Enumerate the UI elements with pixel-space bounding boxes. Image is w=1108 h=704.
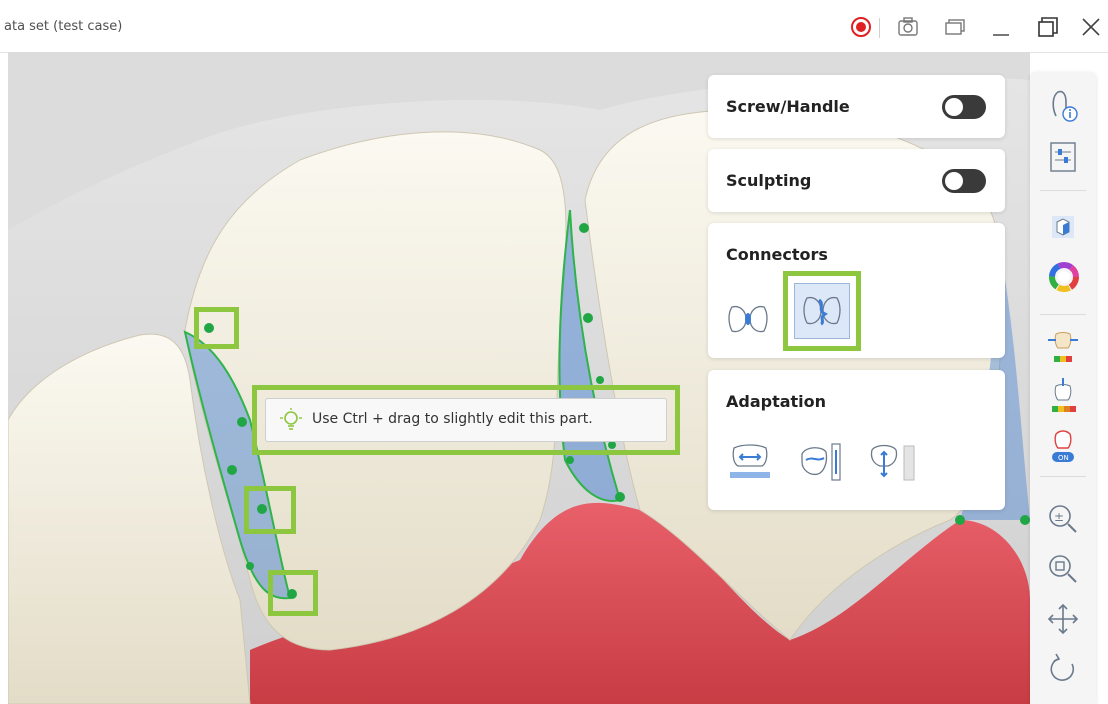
svg-text:ON: ON <box>1058 454 1069 462</box>
margin-on-icon[interactable]: ON <box>1044 428 1082 466</box>
adjust-gap-icon[interactable] <box>866 440 922 486</box>
connectors-panel: Connectors <box>708 223 1005 358</box>
cube-view-icon[interactable] <box>1044 208 1082 246</box>
sculpting-panel: Sculpting <box>708 149 1005 212</box>
tooth-depth-colormap-icon[interactable] <box>1044 378 1082 416</box>
rotate-icon[interactable] <box>1044 650 1082 688</box>
tooth-info-icon[interactable] <box>1044 86 1082 124</box>
camera-icon[interactable] <box>893 12 923 42</box>
connectors-label: Connectors <box>726 245 828 264</box>
tooth-gap-colormap-icon[interactable] <box>1044 330 1082 368</box>
svg-text:±: ± <box>1054 510 1064 524</box>
record-icon[interactable] <box>846 12 876 42</box>
lightbulb-icon <box>278 407 304 438</box>
zoom-fit-icon[interactable]: ± <box>1044 500 1082 538</box>
pan-icon[interactable] <box>1044 600 1082 638</box>
screw-handle-panel: Screw/Handle <box>708 75 1005 138</box>
adjust-height-icon[interactable] <box>796 440 850 486</box>
close-icon[interactable] <box>1076 12 1106 42</box>
screw-handle-label: Screw/Handle <box>726 97 850 116</box>
fit-width-icon[interactable] <box>726 440 774 486</box>
title-separator <box>879 18 880 38</box>
sculpting-toggle[interactable] <box>942 169 986 193</box>
window-title: ata set (test case) <box>4 19 123 34</box>
connector-double-icon[interactable] <box>794 283 850 339</box>
maximize-icon[interactable] <box>1032 12 1062 42</box>
screenshots-icon[interactable] <box>941 12 971 42</box>
settings-sliders-icon[interactable] <box>1044 138 1082 176</box>
title-bar: ata set (test case) <box>0 0 1108 53</box>
adaptation-panel: Adaptation <box>708 370 1005 510</box>
zoom-reset-icon[interactable] <box>1044 550 1082 588</box>
hint-text: Use Ctrl + drag to slightly edit this pa… <box>312 411 593 427</box>
adaptation-label: Adaptation <box>726 392 827 411</box>
minimize-icon[interactable] <box>986 12 1016 42</box>
hint-tooltip: Use Ctrl + drag to slightly edit this pa… <box>265 398 667 442</box>
connector-single-icon[interactable] <box>726 301 770 337</box>
color-wheel-icon[interactable] <box>1044 258 1082 296</box>
screw-handle-toggle[interactable] <box>942 95 986 119</box>
right-sidebar: ON ± <box>1030 72 1096 704</box>
sculpting-label: Sculpting <box>726 171 812 190</box>
